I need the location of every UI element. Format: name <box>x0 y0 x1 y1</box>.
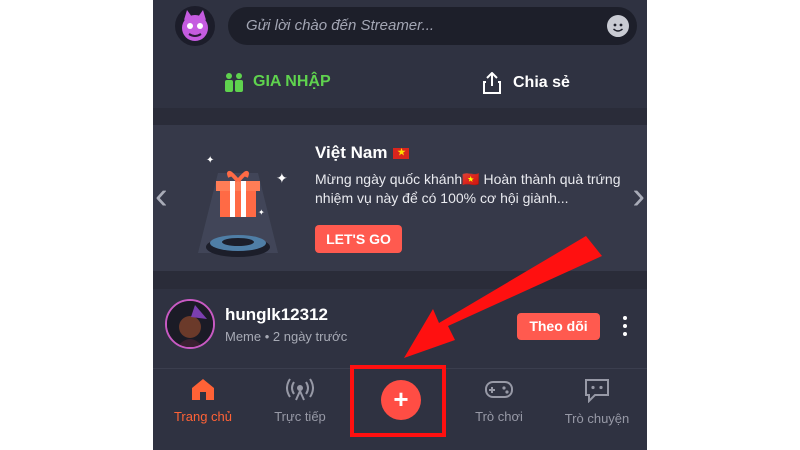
annotation-highlight-box <box>350 365 446 437</box>
